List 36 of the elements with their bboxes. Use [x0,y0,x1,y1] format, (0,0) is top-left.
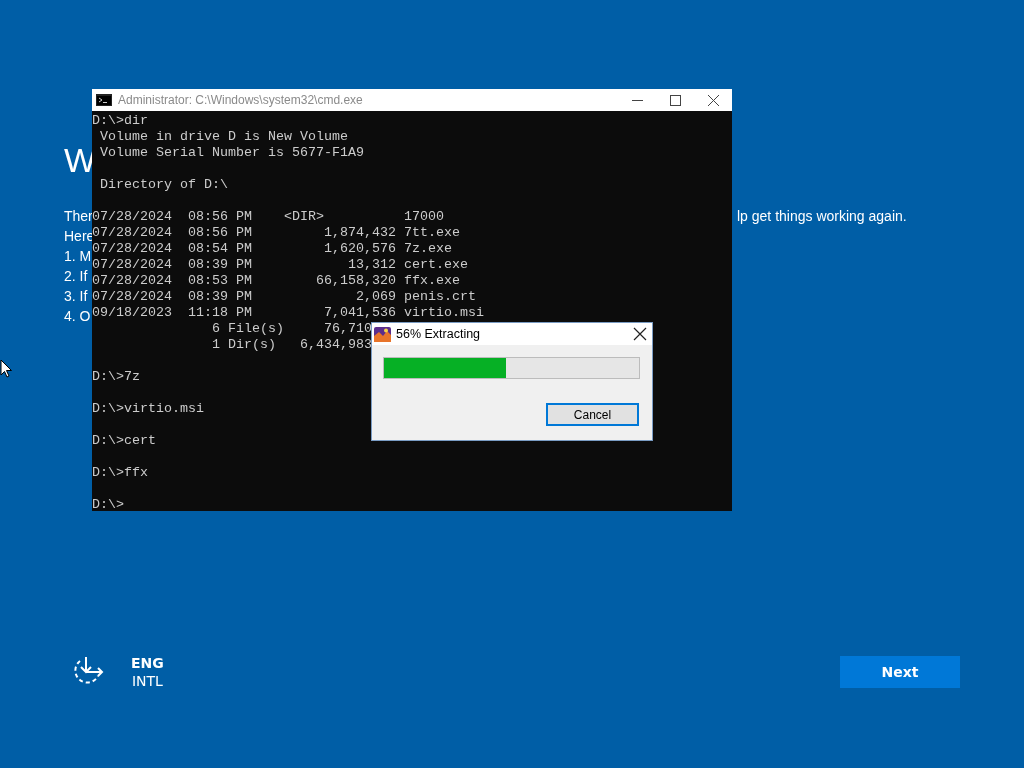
console-line: 6 File(s) 76,710 [210,321,372,337]
maximize-icon [669,94,681,106]
body-text: 2. If [64,267,88,286]
console-line: D:\>7z [92,369,140,385]
console-line: D:\>virtio.msi [92,401,204,417]
console-line: 07/28/2024 08:56 PM <DIR> 17000 [92,209,444,225]
console-line: 07/28/2024 08:54 PM 1,620,576 7z.exe [92,241,452,257]
close-icon[interactable] [633,327,647,341]
console-line: 1 Dir(s) 6,434,983 [210,337,372,353]
cursor-icon [0,359,13,379]
console-line: D:\> [92,497,124,513]
body-text: 3. If [64,287,88,306]
body-text: lp get things working again. [737,207,907,226]
app-icon [374,326,391,342]
console-line: 07/28/2024 08:56 PM 1,874,432 7tt.exe [92,225,460,241]
console-line: D:\>cert [92,433,156,449]
body-text: 4. O [64,307,91,326]
body-text: Ther [64,207,93,226]
cancel-button[interactable]: Cancel [546,403,639,426]
console-line: D:\>ffx [92,465,148,481]
console-line: Volume Serial Number is 5677-F1A9 [99,145,364,161]
body-text: 1. M [64,247,92,266]
close-icon [707,94,719,106]
dialog-title: 56% Extracting [396,327,482,341]
console-line: 07/28/2024 08:53 PM 66,158,320 ffx.exe [92,273,460,289]
console-line: Directory of D:\ [99,177,228,193]
console-icon [96,94,112,106]
console-line: Volume in drive D is New Volume [99,129,348,145]
language-code[interactable]: ENG [131,654,164,672]
next-button[interactable]: Next [840,656,960,688]
window-title: Administrator: C:\Windows\system32\cmd.exe [118,93,364,107]
console-line: 07/28/2024 08:39 PM 2,069 penis.crt [92,289,476,305]
console-line: 07/28/2024 08:39 PM 13,312 cert.exe [92,257,468,273]
keyboard-layout[interactable]: INTL [131,672,163,690]
console-line: D:\>dir [92,113,148,129]
console-line: 09/18/2023 11:18 PM 7,041,536 virtio.msi [92,305,484,321]
